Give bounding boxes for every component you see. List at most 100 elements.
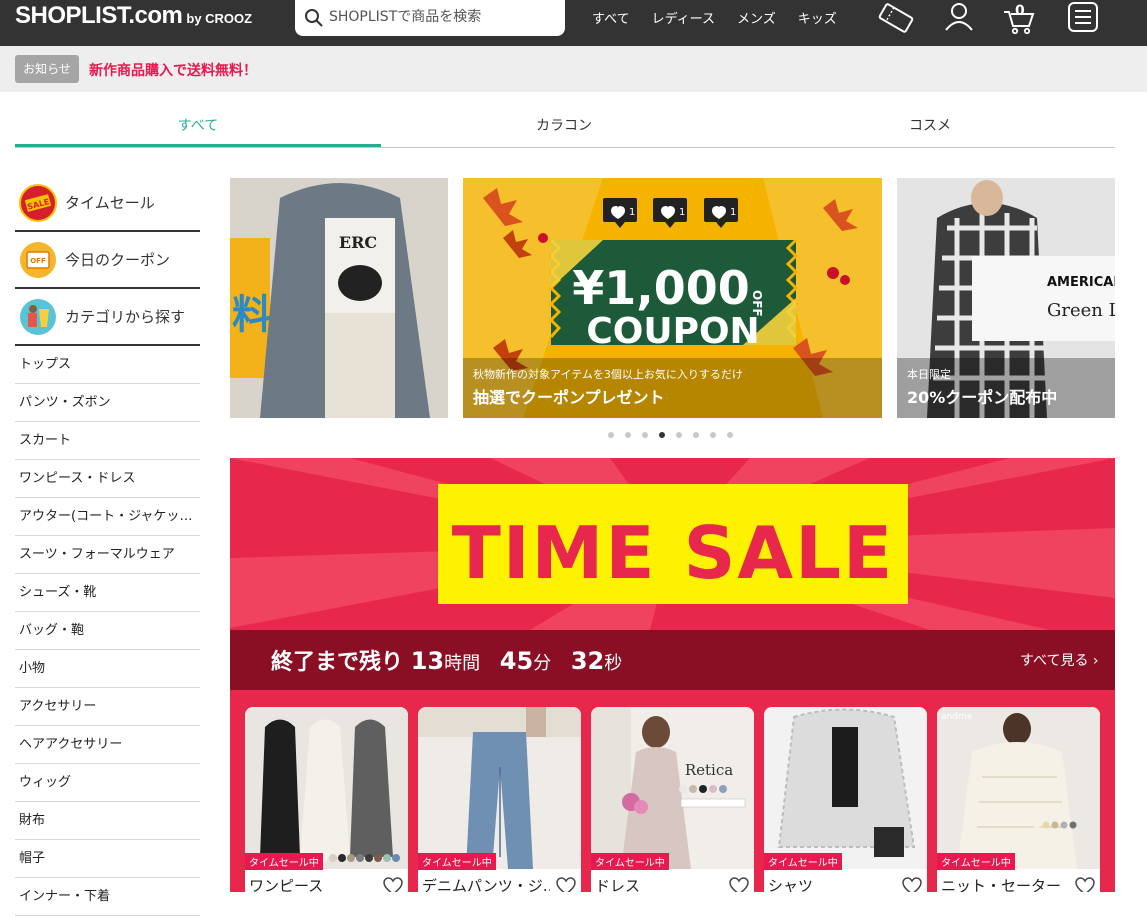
sidebar-category-item[interactable]: スーツ・フォーマルウェア [15, 536, 200, 574]
sidebar-item-label: カテゴリから探す [65, 308, 186, 326]
countdown-label: 終了まで残り [271, 650, 404, 675]
carousel-slide-3[interactable]: AMERICAN Green L 本日限定 20%クーポン配布中 [897, 178, 1115, 418]
slide-caption-small: 本日限定 [907, 368, 951, 381]
nav-all[interactable]: すべて [592, 8, 630, 27]
tab-colorcon[interactable]: カラコン [381, 108, 747, 147]
sidebar-category-item[interactable]: 帽子 [15, 840, 200, 878]
slide-shirt-text: ERC [339, 233, 377, 252]
sidebar-category-item[interactable]: パンツ・ズボン [15, 384, 200, 422]
product-card[interactable]: andme タイムセール中 ニット・セーター [937, 707, 1100, 892]
nav-ladies[interactable]: レディース [652, 8, 715, 27]
sale-tag: タイムセール中 [591, 853, 669, 870]
tab-cosme[interactable]: コスメ [747, 108, 1113, 147]
see-all-label: すべて見る [1020, 653, 1089, 669]
carousel-dot[interactable] [710, 432, 716, 438]
sidebar-category-item[interactable]: ワンピース・ドレス [15, 460, 200, 498]
time-sale-section: TIME SALE 終了まで残り 13時間 45分 32秒 すべて見る › タイ… [230, 458, 1115, 892]
carousel-dot[interactable] [659, 432, 665, 438]
sidebar-item-coupon[interactable]: OFF 今日のクーポン [15, 232, 200, 289]
site-header: SHOPLIST.com by CROOZ すべて レディース メンズ キッズ … [0, 0, 1147, 46]
countdown-minutes-unit: 分 [533, 653, 552, 674]
sidebar-item-timesale[interactable]: SALE タイムセール [15, 175, 200, 232]
nav-kids[interactable]: キッズ [798, 8, 837, 27]
product-name: ワンピース [249, 877, 324, 892]
product-list: タイムセール中 ワンピース タイムセール中 デニムパンツ・ジ… Retica タ… [245, 707, 1110, 892]
product-image [245, 707, 408, 869]
product-card[interactable]: タイムセール中 シャツ [764, 707, 927, 892]
product-card[interactable]: タイムセール中 ワンピース [245, 707, 408, 892]
sale-tag: タイムセール中 [418, 853, 496, 870]
cart-count: 0 [1015, 3, 1025, 19]
sidebar-category-item[interactable]: アクセサリー [15, 688, 200, 726]
product-brand: andme [941, 712, 973, 722]
notice-badge: お知らせ [15, 55, 79, 83]
sidebar-category-item[interactable]: ウィッグ [15, 764, 200, 802]
sidebar-category-item[interactable]: ヘアアクセサリー [15, 726, 200, 764]
svg-text:OFF: OFF [30, 257, 46, 265]
notice-text[interactable]: 新作商品購入で送料無料！ [89, 60, 257, 80]
slide-caption-small: 秋物新作の対象アイテムを3個以上お気に入りするだけ [473, 368, 743, 381]
nav-mens[interactable]: メンズ [737, 8, 776, 27]
slide-image: AMERICAN Green L [897, 178, 1115, 418]
product-card[interactable]: タイムセール中 デニムパンツ・ジ… [418, 707, 581, 892]
tab-all[interactable]: すべて [15, 108, 381, 147]
slide-caption-large: 20%クーポン配布中 [907, 388, 1058, 407]
carousel-slide-1[interactable]: 料 ERC [230, 178, 448, 418]
product-brand: Retica [685, 761, 733, 779]
logo[interactable]: SHOPLIST.com by CROOZ [15, 2, 252, 32]
heart-icon[interactable] [902, 877, 922, 892]
slide-image: 料 ERC [230, 178, 448, 418]
countdown-minutes: 45 [499, 647, 534, 675]
search-input[interactable] [329, 6, 555, 28]
product-image [418, 707, 581, 869]
product-name: ニット・セーター [941, 877, 1062, 892]
carousel-slide-2[interactable]: ¥1,000 OFF COUPON 1 1 1 秋物新作の対象アイテムを3個以上… [463, 178, 882, 418]
product-card[interactable]: Retica タイムセール中 ドレス [591, 707, 754, 892]
heart-icon[interactable] [556, 877, 576, 892]
logo-text: SHOPLIST.com [15, 2, 183, 29]
heart-icon[interactable] [729, 877, 749, 892]
sale-tag: タイムセール中 [937, 853, 1015, 870]
heart-icon[interactable] [1075, 877, 1095, 892]
sidebar-category-item[interactable]: 財布 [15, 802, 200, 840]
product-image: Retica [591, 707, 754, 869]
logo-sub-text: by CROOZ [186, 11, 253, 26]
sale-icon: SALE [19, 183, 57, 222]
sidebar-category-item[interactable]: インナー・下着 [15, 878, 200, 916]
countdown-seconds-unit: 秒 [604, 653, 623, 674]
sale-tag: タイムセール中 [764, 853, 842, 870]
carousel-dot[interactable] [608, 432, 614, 438]
product-name: デニムパンツ・ジ… [422, 877, 550, 892]
see-all-link[interactable]: すべて見る › [1020, 650, 1099, 670]
search-icon[interactable] [304, 8, 324, 28]
carousel-dot[interactable] [727, 432, 733, 438]
user-icon[interactable] [938, 0, 980, 40]
sidebar: SALE タイムセール OFF 今日のクーポン カテゴリから探す トップス パン… [15, 175, 200, 916]
like-count: 1 [730, 207, 736, 218]
sidebar-category-item[interactable]: トップス [15, 346, 200, 384]
sidebar-category-item[interactable]: スカート [15, 422, 200, 460]
search-box[interactable] [295, 0, 565, 36]
ticket-icon[interactable] [875, 0, 917, 40]
sidebar-item-category[interactable]: カテゴリから探す [15, 289, 200, 346]
slide-caption-large: 抽選でクーポンプレゼント [473, 388, 665, 407]
time-sale-banner[interactable]: TIME SALE [230, 458, 1115, 630]
sidebar-category-item[interactable]: 小物 [15, 650, 200, 688]
sidebar-category-item[interactable]: シューズ・靴 [15, 574, 200, 612]
heart-icon[interactable] [383, 877, 403, 892]
sidebar-category-item[interactable]: アウター(コート・ジャケット… [15, 498, 200, 536]
slide-image: ¥1,000 OFF COUPON 1 1 1 [463, 178, 882, 418]
chevron-right-icon: › [1092, 653, 1099, 669]
product-name: シャツ [768, 877, 814, 892]
product-image: andme [937, 707, 1100, 869]
sidebar-category-item[interactable]: バッグ・鞄 [15, 612, 200, 650]
carousel-dot[interactable] [625, 432, 631, 438]
category-tabs: すべて カラコン コスメ [15, 108, 1115, 148]
countdown-hours: 13 [410, 647, 445, 675]
carousel-dot[interactable] [693, 432, 699, 438]
coupon-icon: OFF [20, 241, 56, 278]
carousel-dot[interactable] [642, 432, 648, 438]
slide-side-text: 料 [232, 292, 272, 338]
menu-icon[interactable] [1062, 0, 1104, 40]
carousel-dot[interactable] [676, 432, 682, 438]
